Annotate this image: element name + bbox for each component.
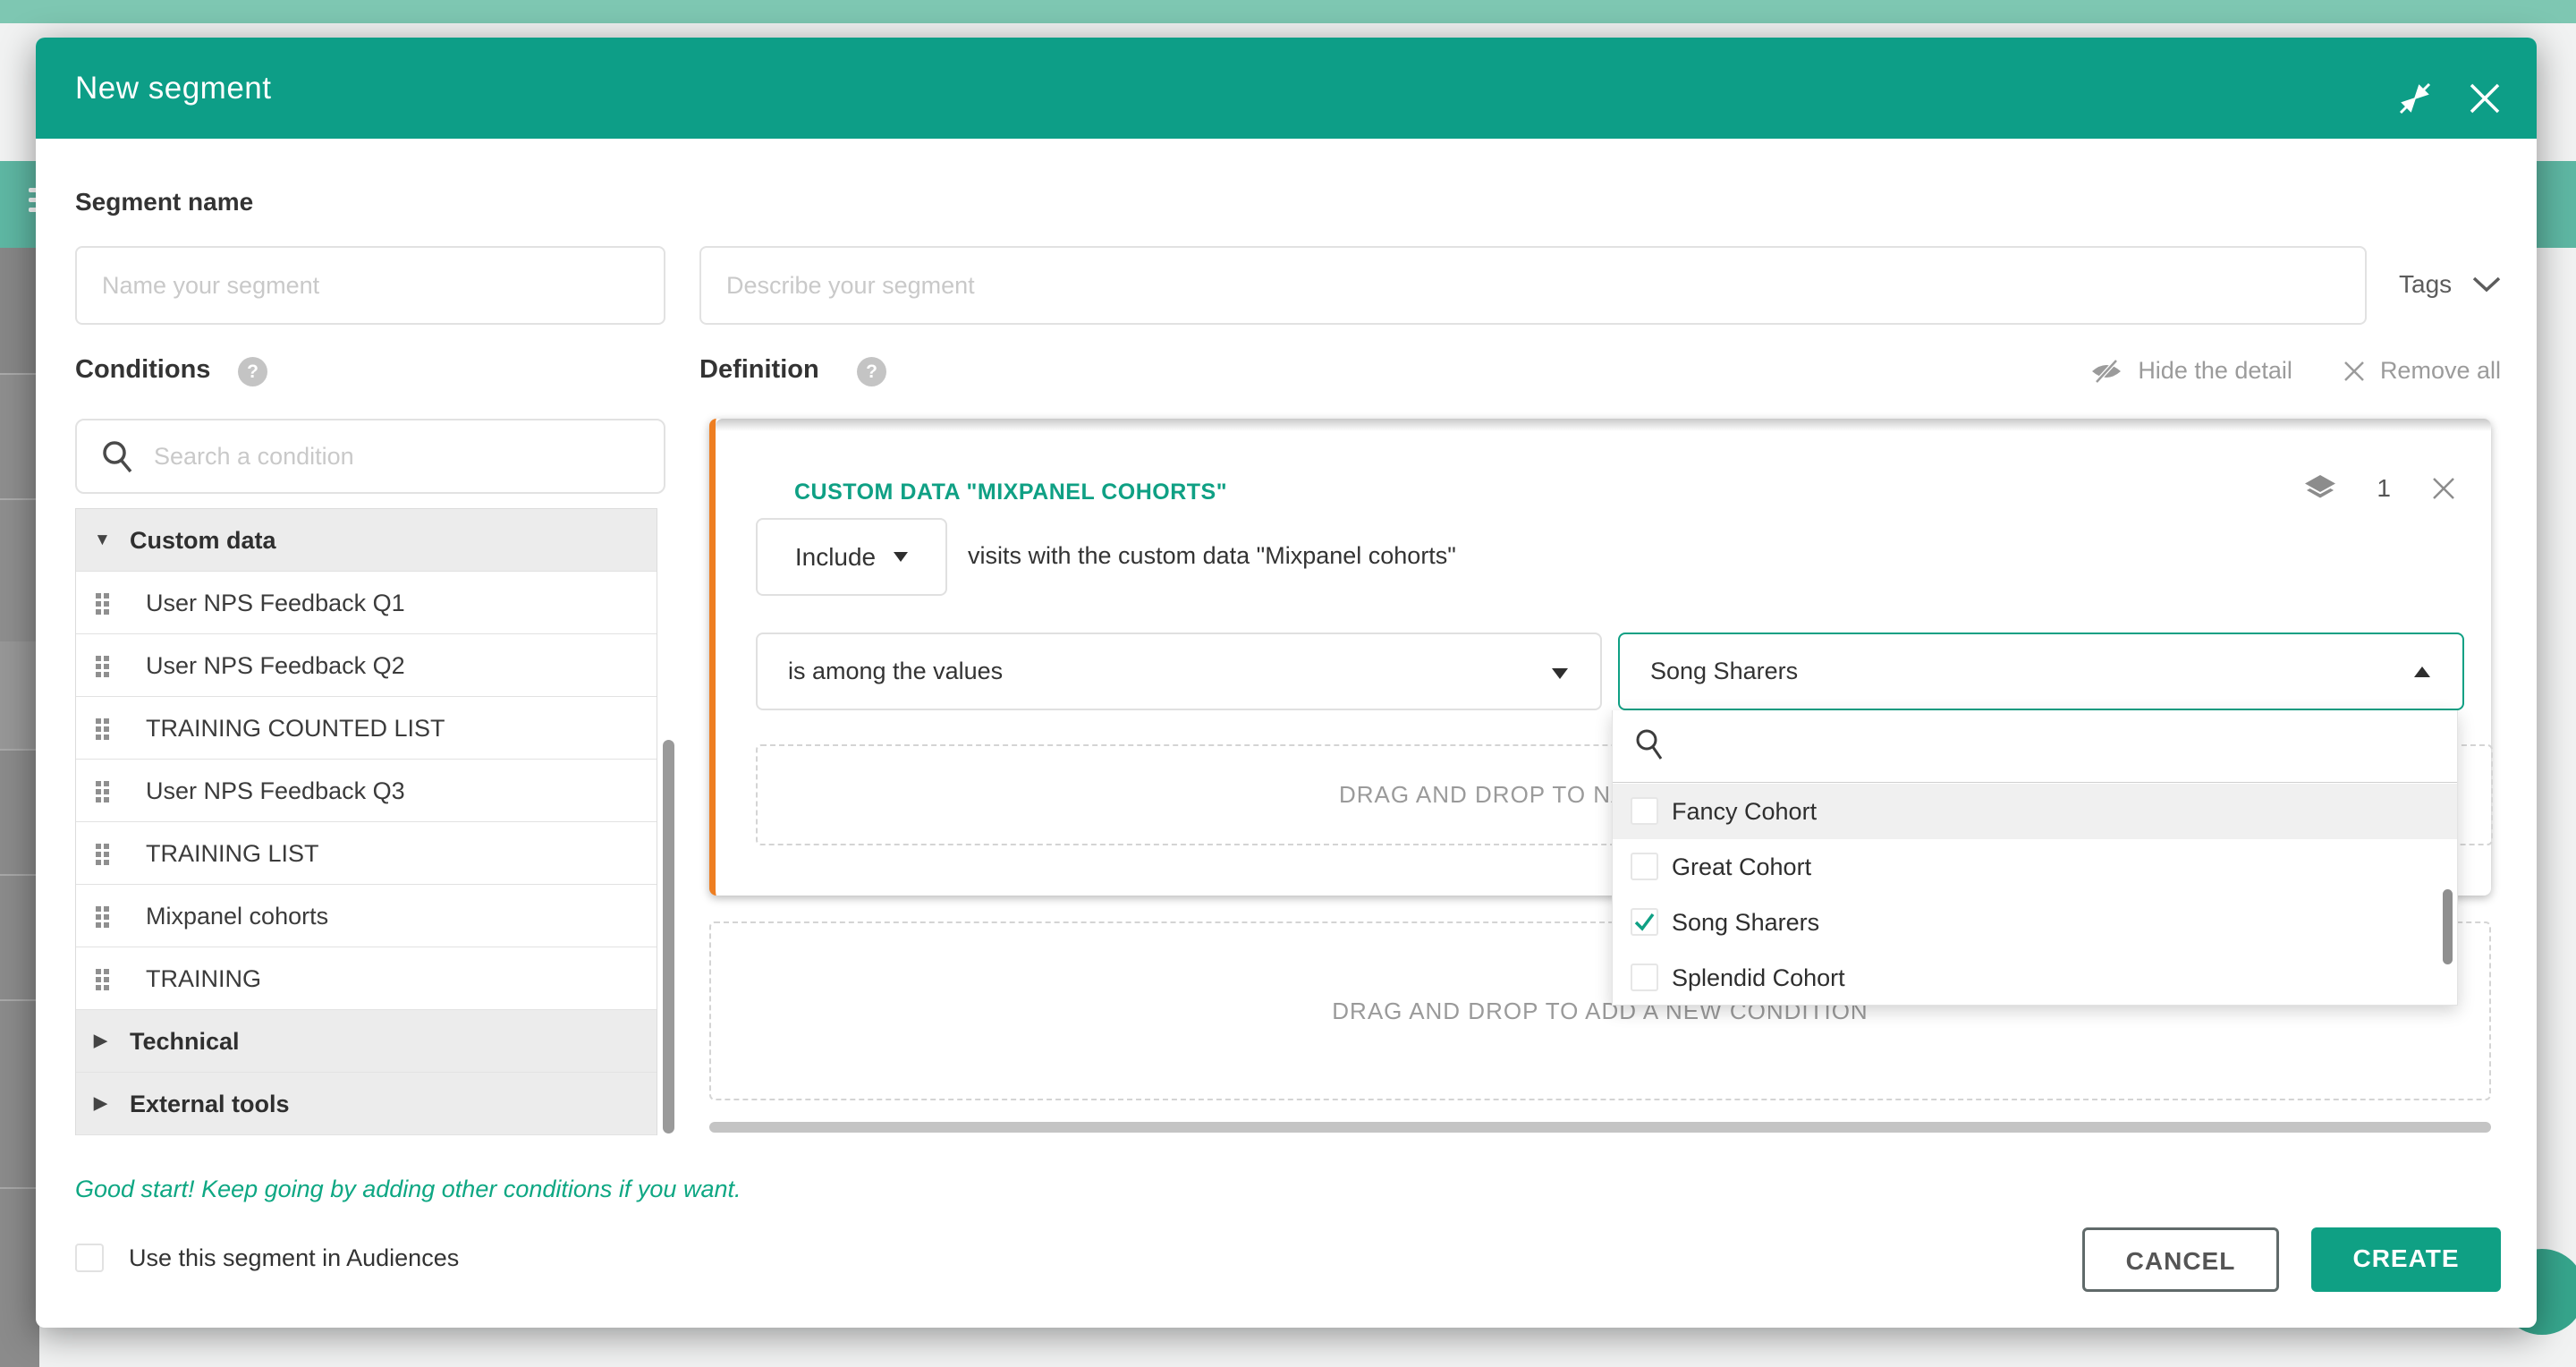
drag-handle-icon[interactable]: [96, 718, 109, 739]
remove-all-x-icon: [2343, 360, 2366, 383]
audiences-checkbox-row[interactable]: Use this segment in Audiences: [75, 1244, 459, 1272]
new-segment-modal: New segment Segment name Tags: [36, 38, 2537, 1328]
group-external-tools[interactable]: ▶ External tools: [76, 1073, 657, 1135]
close-icon[interactable]: [2467, 81, 2503, 116]
option-great-cohort[interactable]: Great Cohort: [1613, 839, 2457, 895]
eye-slash-icon: [2089, 358, 2123, 385]
conditions-list-scrollbar[interactable]: [663, 740, 674, 1134]
conditions-label: Conditions: [75, 355, 210, 385]
conditions-list: ▼ Custom data User NPS Feedback Q1 User …: [75, 508, 657, 1135]
dropzone-text: DRAG AND DROP TO NAR: [1339, 746, 1645, 844]
modal-header: New segment: [36, 38, 2537, 139]
drag-handle-icon[interactable]: [96, 781, 109, 802]
triangle-up-icon: [2414, 667, 2430, 677]
collapse-icon[interactable]: [2397, 81, 2433, 116]
background-sidebar: [0, 248, 39, 1367]
option-splendid-cohort[interactable]: Splendid Cohort: [1613, 950, 2457, 1006]
search-icon: [98, 438, 138, 478]
chevron-down-icon: [2471, 276, 2502, 293]
option-fancy-cohort[interactable]: Fancy Cohort: [1613, 784, 2457, 839]
drag-handle-icon[interactable]: [96, 906, 109, 927]
search-icon: [1632, 726, 1668, 766]
hide-detail-button[interactable]: Hide the detail: [2089, 357, 2292, 385]
list-item[interactable]: User NPS Feedback Q1: [76, 572, 657, 634]
dropdown-scrollbar[interactable]: [2443, 889, 2453, 964]
checkbox-unchecked[interactable]: [1631, 964, 1658, 991]
cancel-button[interactable]: CANCEL: [2082, 1227, 2279, 1292]
tags-dropdown[interactable]: Tags: [2399, 261, 2502, 308]
condition-description: visits with the custom data "Mixpanel co…: [968, 542, 1456, 570]
operator-select[interactable]: is among the values: [756, 633, 1602, 710]
hint-text: Good start! Keep going by adding other c…: [75, 1176, 741, 1203]
list-item[interactable]: Mixpanel cohorts: [76, 885, 657, 947]
background-top-bar: [0, 0, 2576, 23]
segment-description-input[interactable]: [699, 246, 2367, 325]
drag-handle-icon[interactable]: [96, 844, 109, 864]
definition-actions: Hide the detail Remove all: [2089, 357, 2501, 385]
condition-search-input[interactable]: [154, 420, 646, 492]
triangle-down-icon: [894, 552, 908, 562]
option-song-sharers[interactable]: Song Sharers: [1613, 895, 2457, 950]
checkbox-checked[interactable]: [1631, 908, 1658, 936]
layers-icon: [2303, 474, 2337, 503]
segment-name-label: Segment name: [75, 188, 253, 217]
divider: [1613, 782, 2457, 783]
hide-detail-label: Hide the detail: [2138, 357, 2292, 385]
group-custom-data[interactable]: ▼ Custom data: [76, 509, 657, 572]
group-technical[interactable]: ▶ Technical: [76, 1010, 657, 1073]
triangle-expanded-icon: ▼: [94, 509, 111, 572]
drag-handle-icon[interactable]: [96, 656, 109, 676]
card-close-icon[interactable]: [2430, 475, 2457, 502]
checkbox-unchecked[interactable]: [1631, 797, 1658, 825]
include-dropdown[interactable]: Include: [756, 518, 947, 596]
create-button[interactable]: CREATE: [2311, 1227, 2501, 1292]
triangle-collapsed-icon: ▶: [94, 1010, 107, 1073]
modal-title: New segment: [75, 38, 271, 139]
checkbox-unchecked[interactable]: [1631, 853, 1658, 880]
list-item[interactable]: User NPS Feedback Q3: [76, 760, 657, 822]
triangle-down-icon: [1552, 668, 1568, 679]
list-item[interactable]: User NPS Feedback Q2: [76, 634, 657, 697]
condition-card-title: CUSTOM DATA "MIXPANEL COHORTS": [794, 480, 1227, 505]
value-select[interactable]: Song Sharers: [1618, 633, 2464, 710]
condition-count: 1: [2377, 474, 2391, 503]
definition-help-icon[interactable]: ?: [857, 357, 886, 386]
group-label: Custom data: [130, 509, 276, 572]
drag-handle-icon[interactable]: [96, 593, 109, 614]
definition-horizontal-scrollbar[interactable]: [709, 1122, 2491, 1133]
list-item[interactable]: TRAINING LIST: [76, 822, 657, 885]
tags-label: Tags: [2399, 270, 2452, 299]
screen: New segment Segment name Tags: [0, 0, 2576, 1367]
check-icon: [1632, 910, 1657, 934]
condition-card-tools: 1: [2303, 474, 2457, 503]
list-item[interactable]: TRAINING: [76, 947, 657, 1010]
drag-handle-icon[interactable]: [96, 969, 109, 989]
audiences-checkbox-label: Use this segment in Audiences: [129, 1244, 459, 1272]
remove-all-button[interactable]: Remove all: [2343, 357, 2501, 385]
remove-all-label: Remove all: [2380, 357, 2501, 385]
condition-search: [75, 419, 665, 494]
triangle-collapsed-icon: ▶: [94, 1073, 107, 1135]
audiences-checkbox[interactable]: [75, 1244, 104, 1272]
value-dropdown-panel: Fancy Cohort Great Cohort Song Sharers S…: [1612, 710, 2458, 1006]
definition-label: Definition: [699, 355, 819, 385]
segment-name-input[interactable]: [75, 246, 665, 325]
conditions-help-icon[interactable]: ?: [238, 357, 267, 386]
list-item[interactable]: TRAINING COUNTED LIST: [76, 697, 657, 760]
